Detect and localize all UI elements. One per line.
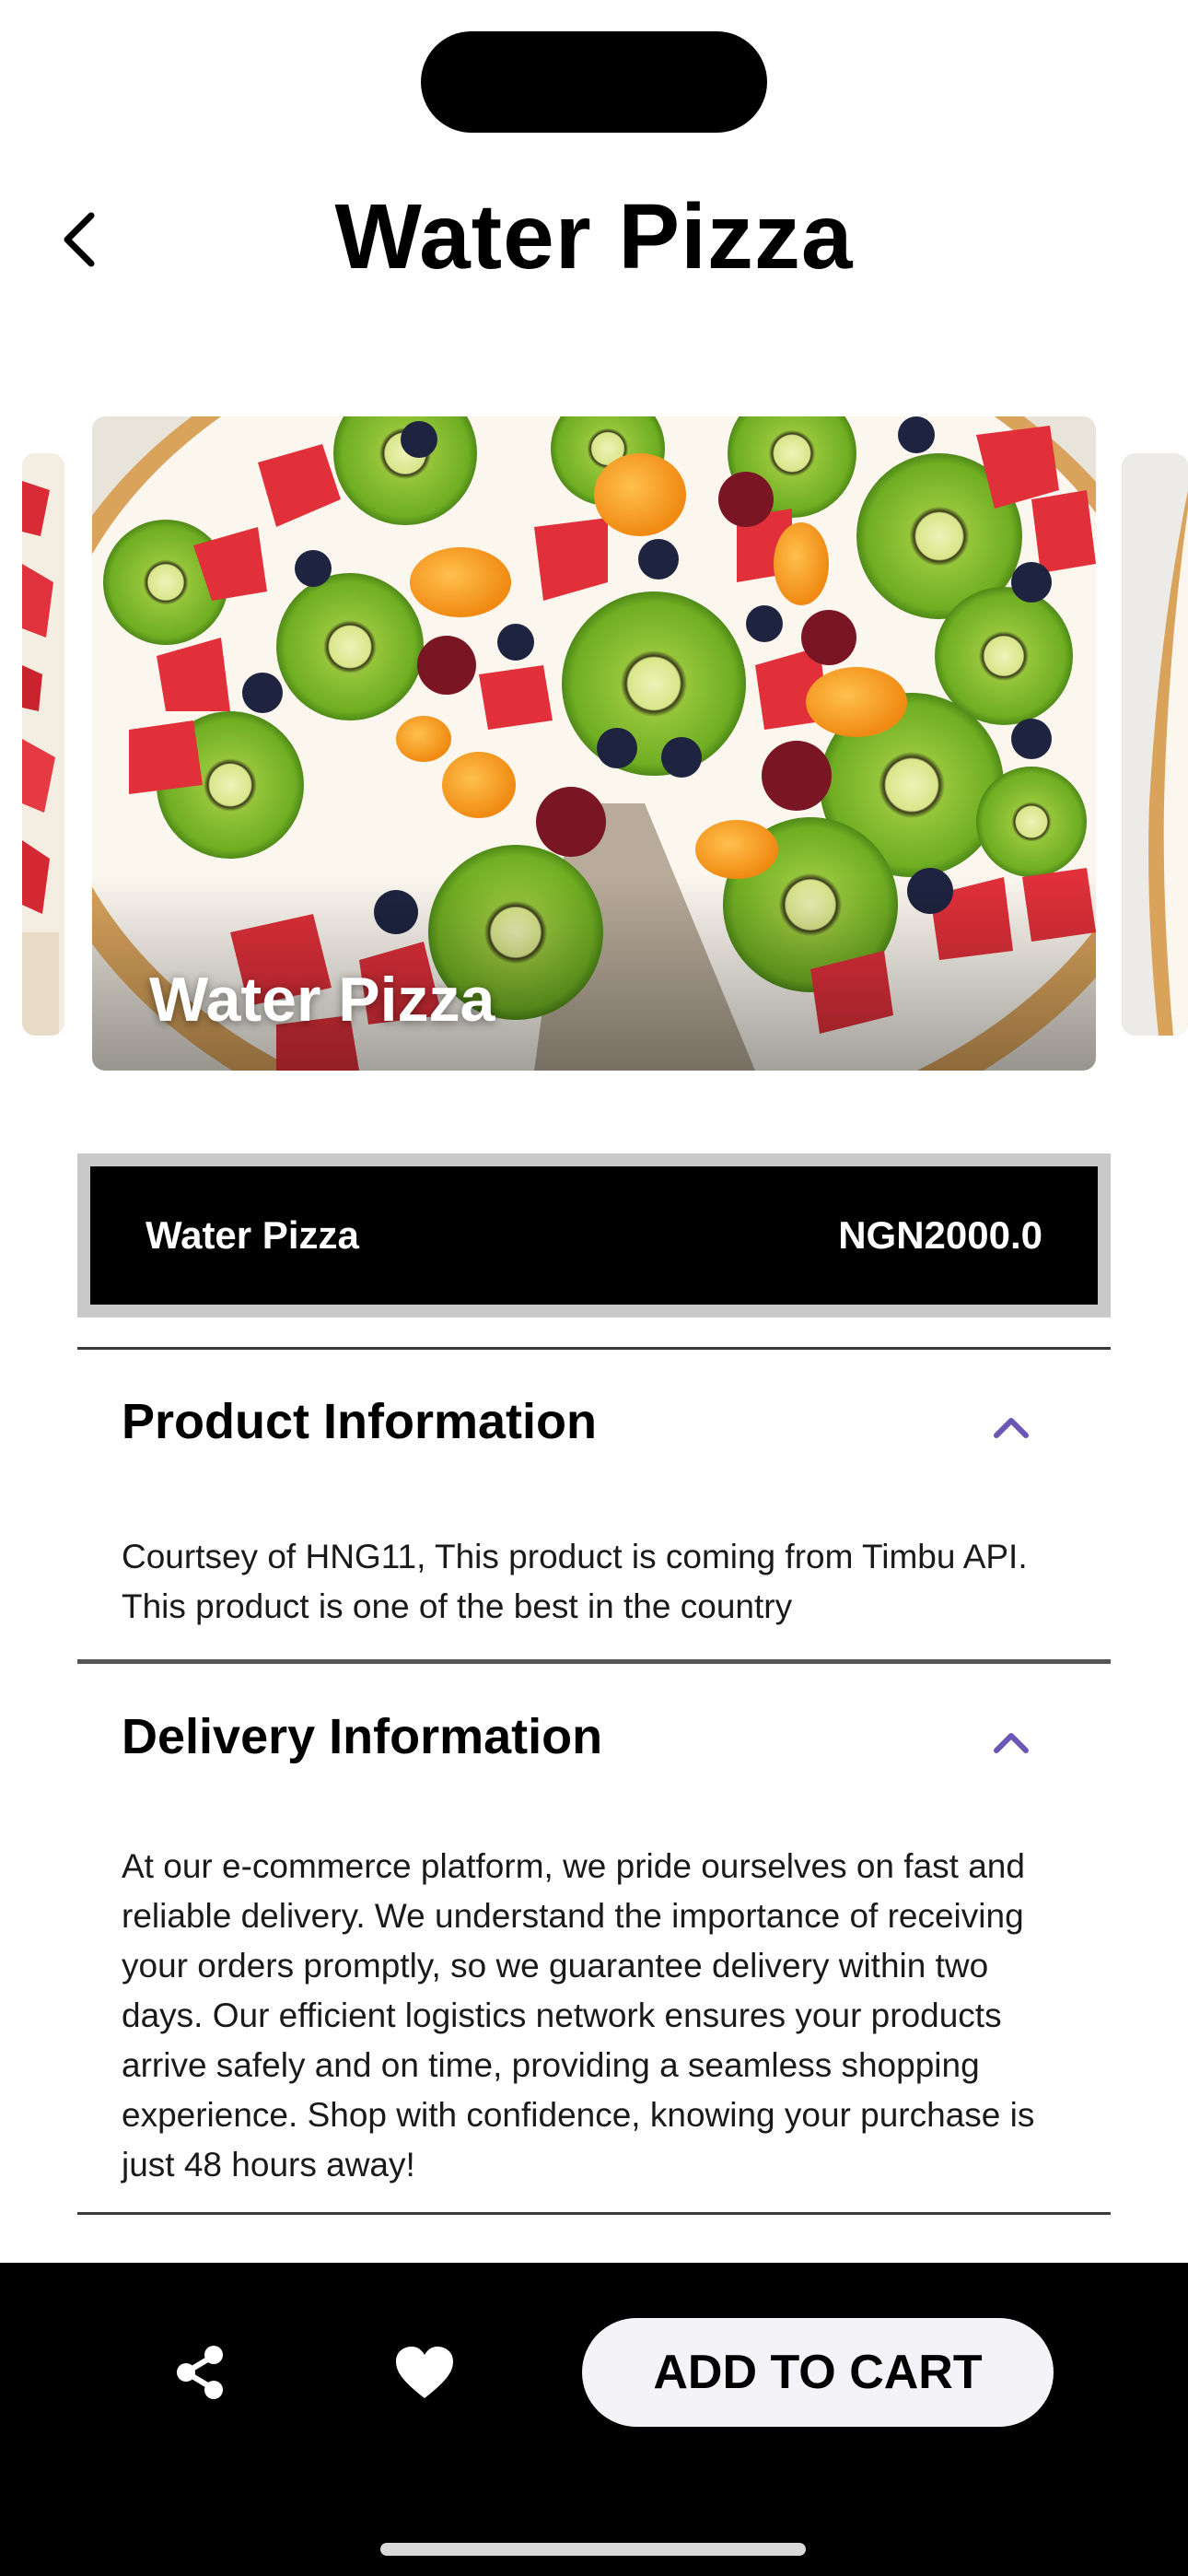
share-icon	[177, 2346, 223, 2399]
carousel-main-slide[interactable]: Water Pizza	[92, 416, 1096, 1071]
chevron-up-icon[interactable]	[991, 1413, 1031, 1441]
header: Water Pizza	[0, 166, 1188, 313]
bottom-action-bar: ADD TO CART	[0, 2263, 1188, 2576]
section-title-delivery-information[interactable]: Delivery Information	[122, 1708, 602, 1765]
home-indicator[interactable]	[380, 2543, 806, 2556]
image-carousel[interactable]: Water Pizza	[0, 416, 1188, 1071]
section-title-product-information[interactable]: Product Information	[122, 1393, 597, 1450]
carousel-next-slide[interactable]	[1122, 453, 1188, 1036]
add-to-cart-button[interactable]: ADD TO CART	[582, 2318, 1054, 2427]
divider	[77, 2212, 1111, 2215]
product-information-text: Courtsey of HNG11, This product is comin…	[122, 1538, 1028, 1625]
dynamic-island	[421, 31, 767, 133]
chevron-up-icon[interactable]	[991, 1728, 1031, 1756]
carousel-caption: Water Pizza	[149, 965, 495, 1035]
carousel-previous-slide[interactable]	[22, 453, 64, 1036]
delivery-information-text: At our e-commerce platform, we pride our…	[122, 1847, 1035, 2184]
product-price: NGN2000.0	[838, 1213, 1042, 1257]
product-name: Water Pizza	[146, 1213, 359, 1257]
divider	[77, 1347, 1111, 1350]
heart-icon	[396, 2347, 453, 2398]
share-button[interactable]	[155, 2326, 247, 2418]
divider	[77, 1659, 1111, 1664]
page-title: Water Pizza	[334, 185, 854, 288]
favorite-button[interactable]	[379, 2326, 471, 2418]
price-bar: Water Pizza NGN2000.0	[77, 1153, 1111, 1317]
